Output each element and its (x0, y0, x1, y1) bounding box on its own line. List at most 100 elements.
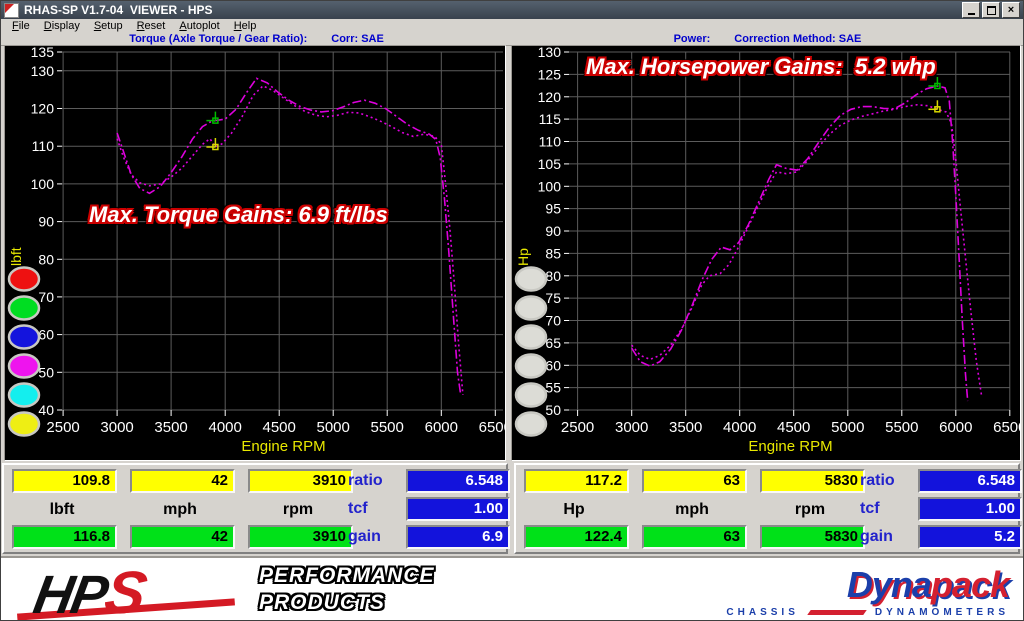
restore-button[interactable] (982, 2, 1000, 18)
x-tick-labels: 250030003500400045005000550060006500 (46, 419, 505, 436)
torque-rpm-header: rpm (248, 501, 348, 519)
svg-text:110: 110 (539, 134, 562, 150)
svg-text:90: 90 (545, 223, 561, 239)
gridlines (569, 52, 1010, 410)
torque-gain-label: gain (348, 525, 402, 549)
svg-text:100: 100 (31, 176, 55, 192)
torque-stock-rpm-field: 3910 (248, 469, 353, 493)
svg-text:60: 60 (38, 327, 54, 343)
svg-text:5500: 5500 (371, 419, 404, 436)
readout-row: 109.8 42 3910 lbft mph rpm 116.8 42 3910… (1, 463, 1023, 556)
cursor-markers (206, 112, 218, 150)
axis-ticks (57, 52, 495, 416)
torque-ratio-field: 6.548 (406, 469, 510, 493)
channel-buttons (9, 268, 39, 436)
channel-button-1[interactable] (516, 268, 546, 291)
svg-text:6000: 6000 (425, 419, 458, 436)
close-button[interactable]: × (1002, 2, 1020, 18)
title-bar[interactable]: RHAS-SP V1.7-04 VIEWER - HPS × (1, 1, 1023, 19)
dynapack-dynamometers-label: DYNAMOMETERS (875, 607, 1009, 618)
svg-text:50: 50 (38, 364, 54, 380)
channel-button-6[interactable] (516, 413, 546, 436)
x-tick-labels: 250030003500400045005000550060006500 (561, 419, 1020, 436)
dynapack-chassis-label: CHASSIS (726, 607, 798, 618)
svg-text:120: 120 (31, 101, 55, 117)
channel-button-1[interactable] (9, 268, 39, 291)
svg-text:75: 75 (545, 290, 561, 306)
channel-button-5[interactable] (516, 384, 546, 407)
svg-text:130: 130 (538, 46, 562, 60)
power-gains-annotation: Max. Horsepower Gains: 5.2 whp (586, 54, 936, 80)
hps-tagline-line2: PRODUCTS (259, 589, 435, 616)
power-chart[interactable]: 1301251201151101051009590858075706560555… (511, 45, 1021, 461)
minimize-button[interactable] (962, 2, 980, 18)
menu-item-reset[interactable]: Reset (130, 20, 173, 32)
menu-item-help[interactable]: Help (227, 20, 264, 32)
svg-text:95: 95 (545, 201, 561, 217)
svg-text:4000: 4000 (723, 419, 756, 436)
menu-item-display[interactable]: Display (37, 20, 87, 32)
svg-text:6500: 6500 (993, 419, 1020, 436)
power-stock-rpm-field: 5830 (760, 469, 865, 493)
torque-tcf-field: 1.00 (406, 497, 510, 521)
app-icon (4, 3, 19, 18)
menu-item-setup[interactable]: Setup (87, 20, 130, 32)
torque-mod-rpm-field: 3910 (248, 525, 353, 549)
menu-item-autoplot[interactable]: Autoplot (172, 20, 226, 32)
power-gain-field: 5.2 (918, 525, 1022, 549)
channel-button-2[interactable] (9, 297, 39, 320)
torque-tcf-label: tcf (348, 497, 402, 521)
hps-logo: HPS (29, 558, 150, 621)
torque-ratio-label: ratio (348, 469, 402, 493)
torque-chart[interactable]: 1351301201101009080706050402500300035004… (4, 45, 506, 461)
svg-text:4500: 4500 (777, 419, 810, 436)
power-tcf-label: tcf (860, 497, 914, 521)
close-icon: × (1008, 5, 1014, 15)
svg-text:6000: 6000 (939, 419, 972, 436)
power-stock-mph-field: 63 (642, 469, 747, 493)
axis-ticks (564, 52, 1010, 416)
torque-unit-header: lbft (12, 501, 112, 519)
torque-gains-annotation: Max. Torque Gains: 6.9 ft/lbs (89, 202, 388, 228)
svg-text:4500: 4500 (263, 419, 296, 436)
svg-text:55: 55 (545, 380, 561, 396)
logo-strip: HPS PERFORMANCE PRODUCTS Dynapack CHASSI… (1, 556, 1023, 621)
power-chart-header: Power: Correction Method: SAE (512, 33, 1023, 45)
svg-text:100: 100 (538, 178, 562, 194)
channel-button-3[interactable] (9, 326, 39, 349)
dyno-curves (632, 86, 982, 401)
chart-plot[interactable]: 1351301201101009080706050402500300035004… (5, 46, 505, 460)
torque-correction-label: Corr: SAE (331, 33, 384, 45)
power-readout-panel: 117.2 63 5830 Hp mph rpm 122.4 63 5830 r… (514, 463, 1020, 554)
power-mod-mph-field: 63 (642, 525, 747, 549)
svg-text:60: 60 (545, 357, 561, 373)
svg-text:65: 65 (545, 335, 561, 351)
gridlines (62, 52, 503, 410)
channel-button-3[interactable] (516, 326, 546, 349)
svg-text:120: 120 (538, 89, 562, 105)
svg-text:130: 130 (31, 63, 55, 79)
power-rpm-header: rpm (760, 501, 860, 519)
power-correction-label: Correction Method: SAE (734, 33, 861, 45)
svg-text:80: 80 (38, 251, 54, 267)
dynapack-wordmark: Dynapack (726, 564, 1009, 606)
chart-plot[interactable]: 1301251201151101051009590858075706560555… (512, 46, 1020, 460)
svg-text:3500: 3500 (154, 419, 187, 436)
channel-button-5[interactable] (9, 384, 39, 407)
svg-text:110: 110 (32, 138, 55, 154)
channel-button-2[interactable] (516, 297, 546, 320)
power-unit-header: Hp (524, 501, 624, 519)
cursor-markers (928, 77, 940, 112)
menu-item-file[interactable]: File (5, 20, 37, 32)
channel-button-4[interactable] (516, 355, 546, 378)
dynapack-swoosh (807, 610, 867, 615)
torque-stock-value-field: 109.8 (12, 469, 117, 493)
power-mod-rpm-field: 5830 (760, 525, 865, 549)
power-ratio-field: 6.548 (918, 469, 1022, 493)
channel-button-6[interactable] (9, 413, 39, 436)
channel-button-4[interactable] (9, 355, 39, 378)
torque-mod-value-field: 116.8 (12, 525, 117, 549)
torque-mph-header: mph (130, 501, 230, 519)
svg-text:50: 50 (545, 402, 561, 418)
torque-gain-field: 6.9 (406, 525, 510, 549)
